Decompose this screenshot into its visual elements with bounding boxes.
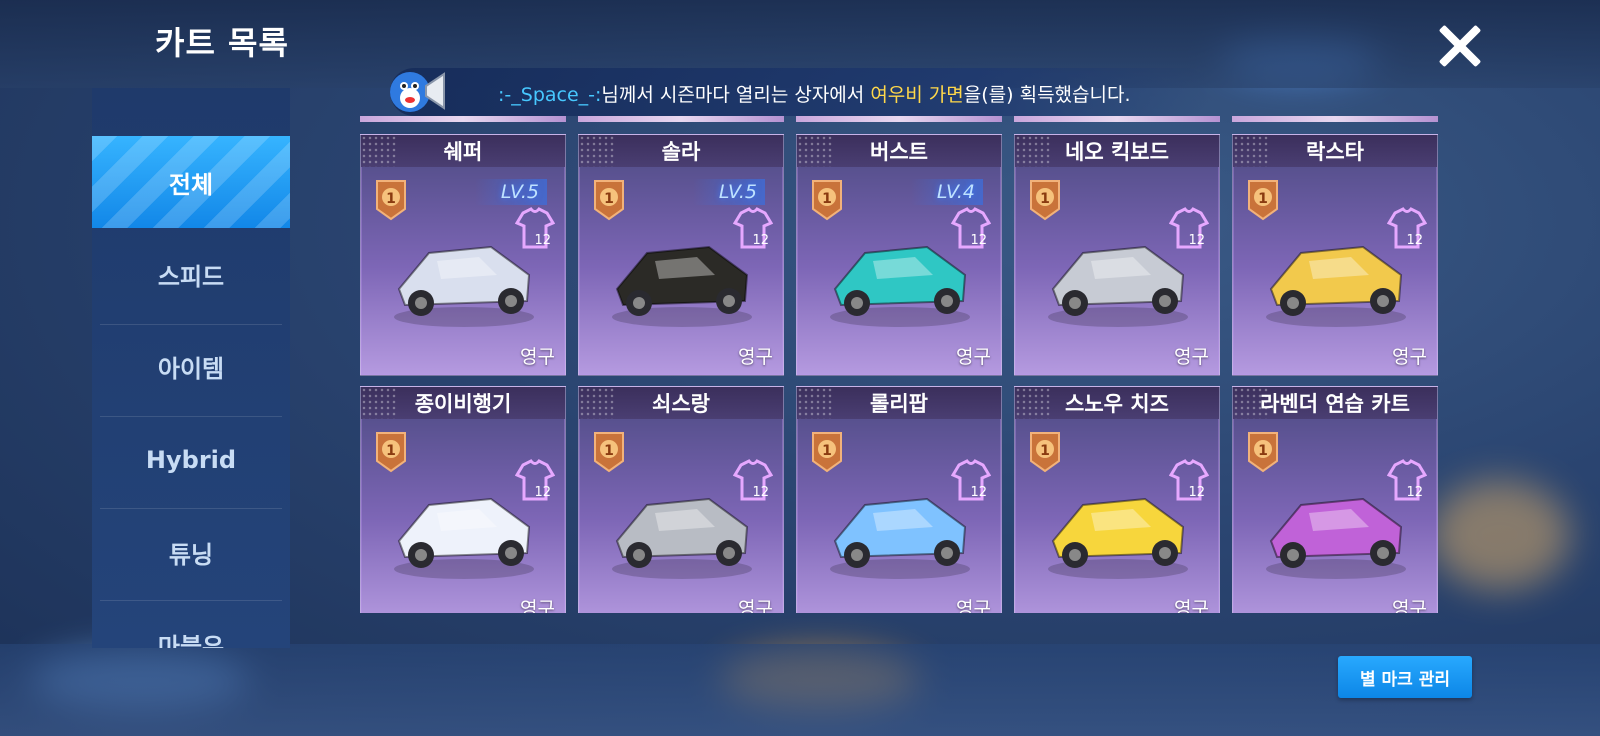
kart-card[interactable]: 스노우 치즈 1 12 영구 bbox=[1014, 386, 1220, 613]
kart-name: 락스타 bbox=[1233, 135, 1437, 167]
card-top-strip bbox=[796, 116, 1002, 122]
sidebar-item-tuning[interactable]: 튜닝 bbox=[92, 506, 290, 598]
kart-card[interactable]: 라벤더 연습 카트 1 12 영구 bbox=[1232, 386, 1438, 613]
category-sidebar: 전체 스피드 아이템 Hybrid 튜닝 마블유 bbox=[92, 88, 290, 648]
background-light bbox=[1430, 480, 1570, 590]
notification-text: :-_Space_-:님께서 시즌마다 열리는 상자에서 여우비 가면을(를) … bbox=[498, 80, 1131, 107]
kart-name: 버스트 bbox=[797, 135, 1001, 167]
kart-name: 솔라 bbox=[579, 135, 783, 167]
kart-status: 영구 bbox=[738, 346, 773, 368]
kart-level: LV.4 bbox=[910, 179, 983, 205]
kart-card[interactable]: 락스타 1 12 영구 bbox=[1232, 134, 1438, 376]
kart-card[interactable]: 네오 킥보드 1 12 영구 bbox=[1014, 134, 1220, 376]
kart-image-icon bbox=[1048, 245, 1188, 327]
kart-status: 영구 bbox=[738, 598, 773, 613]
kart-image-icon bbox=[394, 245, 534, 327]
card-top-strip bbox=[1014, 116, 1220, 122]
kart-card[interactable]: 쉐퍼 1 LV.5 12 영구 bbox=[360, 134, 566, 376]
kart-name: 롤리팝 bbox=[797, 387, 1001, 419]
kart-card[interactable]: 솔라 1 LV.5 12 영구 bbox=[578, 134, 784, 376]
card-top-strip bbox=[578, 116, 784, 122]
kart-name: 쇠스랑 bbox=[579, 387, 783, 419]
notification-banner: :-_Space_-:님께서 시즌마다 열리는 상자에서 여우비 가면을(를) … bbox=[390, 68, 1210, 116]
kart-status: 영구 bbox=[520, 598, 555, 613]
kart-name: 종이비행기 bbox=[361, 387, 565, 419]
kart-status: 영구 bbox=[956, 346, 991, 368]
sidebar-item-speed[interactable]: 스피드 bbox=[92, 228, 290, 320]
kart-name: 스노우 치즈 bbox=[1015, 387, 1219, 419]
sidebar-item-more[interactable]: 마블유 bbox=[92, 598, 290, 649]
star-mark-manage-button[interactable]: 별 마크 관리 bbox=[1338, 656, 1472, 698]
kart-image-icon bbox=[1048, 497, 1188, 579]
kart-card[interactable]: 롤리팝 1 12 영구 bbox=[796, 386, 1002, 613]
page-title: 카트 목록 bbox=[155, 24, 289, 62]
notification-text-after: 을(를) 획득했습니다. bbox=[963, 84, 1131, 106]
kart-status: 영구 bbox=[956, 598, 991, 613]
card-top-strip bbox=[360, 116, 566, 122]
card-top-strip bbox=[1232, 116, 1438, 122]
kart-name: 라벤더 연습 카트 bbox=[1233, 387, 1437, 419]
kart-image-icon bbox=[612, 497, 752, 579]
kart-image-icon bbox=[830, 245, 970, 327]
kart-level: LV.5 bbox=[692, 179, 765, 205]
kart-card[interactable]: 종이비행기 1 12 영구 bbox=[360, 386, 566, 613]
notification-text-before: 님께서 시즌마다 열리는 상자에서 bbox=[601, 84, 871, 106]
kart-card[interactable]: 쇠스랑 1 12 영구 bbox=[578, 386, 784, 613]
kart-image-icon bbox=[1266, 245, 1406, 327]
kart-status: 영구 bbox=[1392, 598, 1427, 613]
kart-card[interactable]: 버스트 1 LV.4 12 영구 bbox=[796, 134, 1002, 376]
kart-image-icon bbox=[830, 497, 970, 579]
notification-user: :-_Space_-: bbox=[498, 84, 602, 106]
sidebar-item-hybrid[interactable]: Hybrid bbox=[92, 414, 290, 506]
kart-image-icon bbox=[612, 245, 752, 327]
sidebar-item-item[interactable]: 아이템 bbox=[92, 320, 290, 412]
kart-grid: 쉐퍼 1 LV.5 12 영구 솔라 1 LV.5 12 영구 버스트 1 LV… bbox=[360, 116, 1440, 613]
kart-status: 영구 bbox=[1174, 346, 1209, 368]
kart-status: 영구 bbox=[520, 346, 555, 368]
kart-name: 쉐퍼 bbox=[361, 135, 565, 167]
kart-image-icon bbox=[394, 497, 534, 579]
kart-image-icon bbox=[1266, 497, 1406, 579]
kart-status: 영구 bbox=[1392, 346, 1427, 368]
kart-level: LV.5 bbox=[474, 179, 547, 205]
notification-item: 여우비 가면 bbox=[870, 84, 964, 106]
kart-name: 네오 킥보드 bbox=[1015, 135, 1219, 167]
kart-status: 영구 bbox=[1174, 598, 1209, 613]
close-button[interactable] bbox=[1436, 22, 1484, 70]
megaphone-mascot-icon bbox=[390, 72, 445, 112]
sidebar-item-all[interactable]: 전체 bbox=[92, 136, 290, 228]
